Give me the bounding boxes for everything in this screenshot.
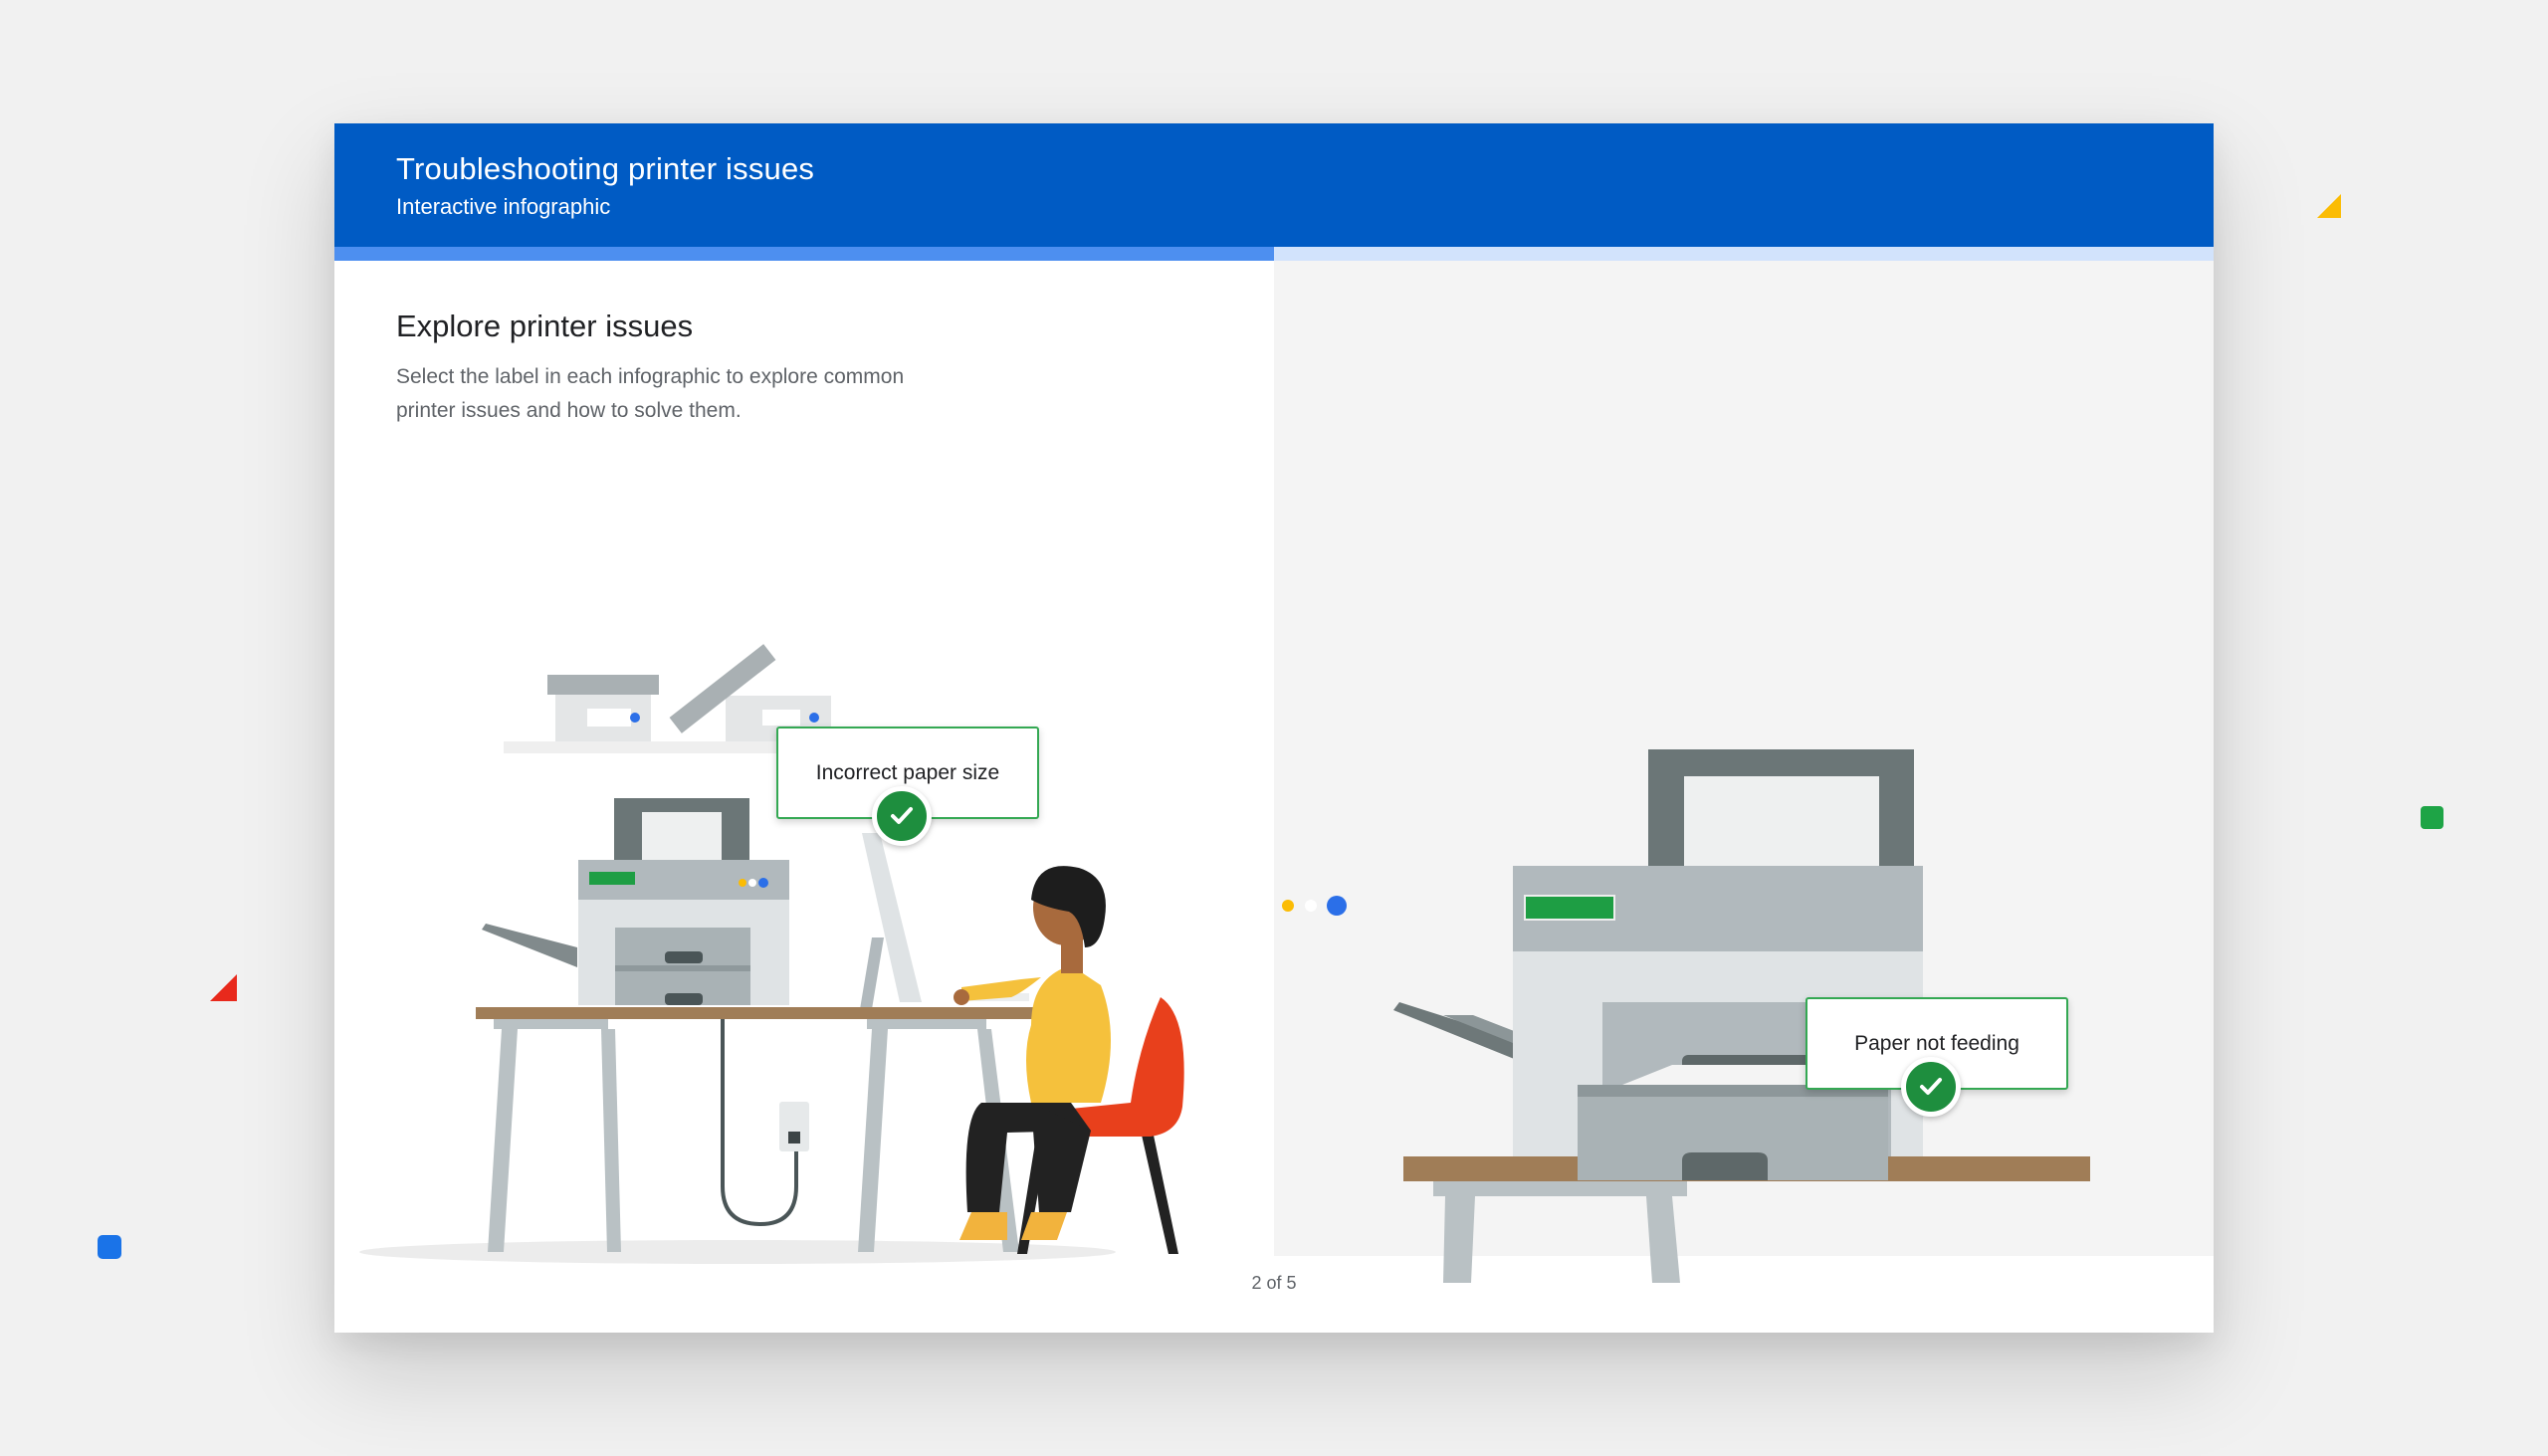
header-subtitle: Interactive infographic [396, 194, 611, 219]
progress-fill [334, 247, 1274, 261]
check-circle-icon[interactable] [872, 786, 932, 846]
decor-yellow-triangle [2317, 194, 2341, 218]
header-title: Troubleshooting printer issues [396, 151, 815, 186]
decor-blue-square [98, 1235, 121, 1259]
left-panel: Explore printer issues Select the label … [334, 261, 1274, 1355]
decor-green-square [2421, 806, 2443, 829]
printer-illustration [1282, 749, 2090, 1283]
infographic-card: Troubleshooting printer issues Interacti… [334, 123, 2214, 1333]
check-circle-icon[interactable] [1901, 1057, 1961, 1117]
right-panel: Paper not feeding [1274, 261, 2214, 1283]
header-bar: Troubleshooting printer issues Interacti… [334, 123, 2214, 247]
progress-bar [334, 247, 2214, 261]
hotspot-label: Incorrect paper size [815, 760, 1000, 784]
decor-red-triangle [210, 974, 237, 1001]
page-indicator: 2 of 5 [1251, 1273, 1297, 1293]
hotspot-label: Paper not feeding [1854, 1031, 2019, 1055]
